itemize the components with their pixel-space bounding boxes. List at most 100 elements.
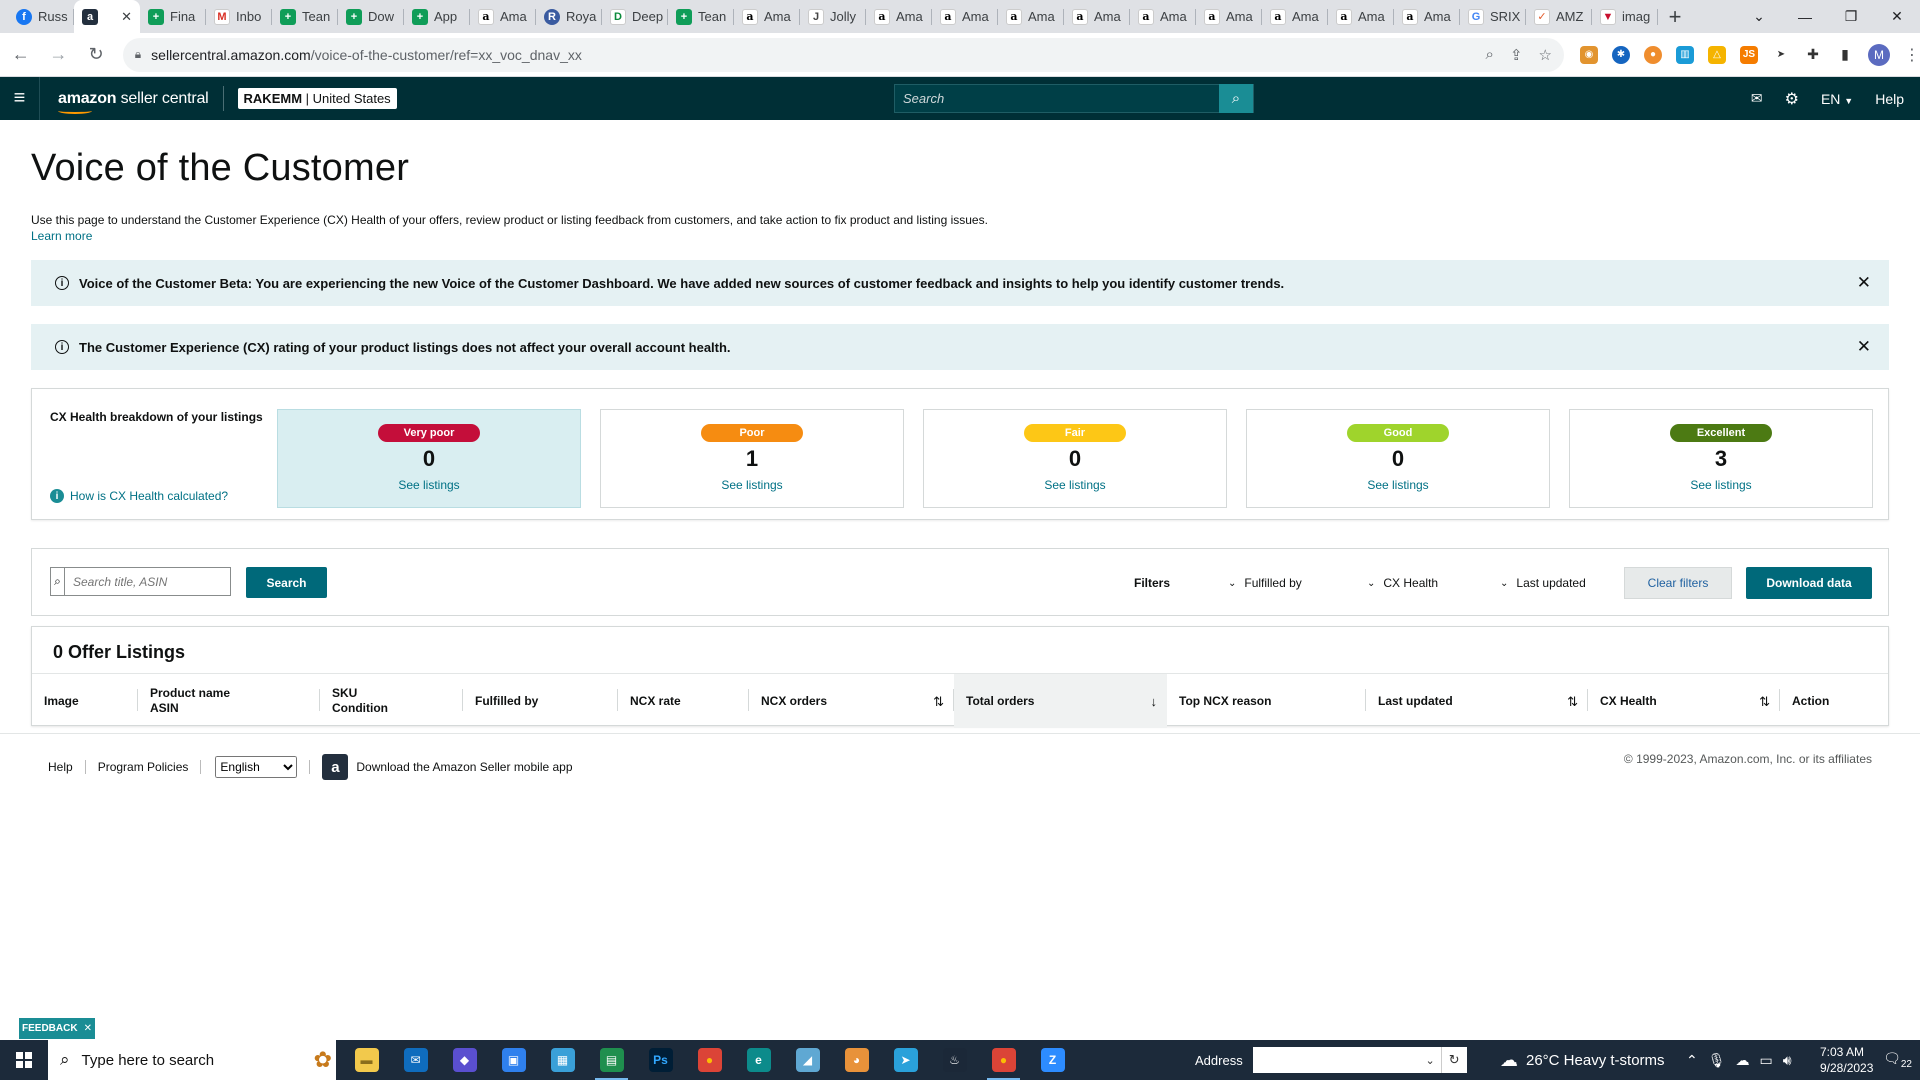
zoom-icon[interactable]: ⌕	[1486, 46, 1494, 64]
close-icon[interactable]: ✕	[1857, 273, 1871, 293]
browser-tab[interactable]: J Jolly	[800, 0, 866, 33]
seller-central-logo[interactable]: amazon seller central	[58, 90, 209, 114]
help-link[interactable]: Help	[1875, 91, 1904, 107]
taskbar-app[interactable]: ▤	[587, 1040, 636, 1080]
taskbar-app[interactable]: ◢	[783, 1040, 832, 1080]
learn-more-link[interactable]: Learn more	[31, 228, 1889, 244]
settings-gear-icon[interactable]: ⚙	[1785, 89, 1799, 109]
browser-tab[interactable]: + App	[404, 0, 470, 33]
listing-search-input[interactable]	[65, 568, 230, 595]
cx-health-card[interactable]: Excellent 3 See listings	[1569, 409, 1873, 508]
column-header[interactable]: Last updated ⇅	[1366, 674, 1588, 728]
browser-tab[interactable]: a Ama	[734, 0, 800, 33]
cx-health-card[interactable]: Fair 0 See listings	[923, 409, 1227, 508]
cx-health-dropdown[interactable]: ⌄ CX Health	[1367, 576, 1438, 590]
cx-health-card[interactable]: Poor 1 See listings	[600, 409, 904, 508]
taskbar-app[interactable]: ▣	[489, 1040, 538, 1080]
clock[interactable]: 7:03 AM 9/28/2023	[1820, 1044, 1873, 1076]
browser-tab[interactable]: f Russ	[8, 0, 74, 33]
taskbar-app[interactable]: ♨	[930, 1040, 979, 1080]
extension-blue-icon[interactable]: ✱	[1611, 45, 1630, 64]
browser-tab[interactable]: ▼ imag	[1592, 0, 1658, 33]
taskbar-app[interactable]: ◕	[832, 1040, 881, 1080]
taskbar-app[interactable]: ▦	[538, 1040, 587, 1080]
share-icon[interactable]: ⇪	[1510, 46, 1523, 64]
sort-icon[interactable]: ⇅	[1567, 694, 1578, 709]
browser-tab[interactable]: a Ama	[1262, 0, 1328, 33]
extension-arrow-icon[interactable]: ➤	[1771, 45, 1790, 64]
messages-mail-icon[interactable]: ✉	[1751, 90, 1763, 107]
browser-tab[interactable]: D Deep	[602, 0, 668, 33]
refresh-icon[interactable]: ↻	[1440, 1047, 1467, 1073]
extension-js-icon[interactable]: JS	[1739, 45, 1758, 64]
download-data-button[interactable]: Download data	[1746, 567, 1872, 599]
account-marketplace-switcher[interactable]: RAKEMM | United States	[237, 88, 397, 109]
mobile-app-download[interactable]: a Download the Amazon Seller mobile app	[322, 754, 573, 780]
see-listings-link[interactable]: See listings	[924, 478, 1226, 492]
network-icon[interactable]: ▭	[1760, 1052, 1773, 1069]
search-button[interactable]: Search	[246, 567, 327, 598]
browser-tab[interactable]: G SRIX	[1460, 0, 1526, 33]
taskbar-app[interactable]: Ps	[636, 1040, 685, 1080]
forward-button[interactable]: →	[42, 38, 76, 72]
footer-language-select[interactable]: English	[215, 756, 298, 778]
chevron-up-icon[interactable]: ⌃	[1686, 1052, 1698, 1069]
reload-button[interactable]: ↻	[79, 38, 113, 72]
new-tab-button[interactable]: +	[1658, 0, 1692, 33]
weather-widget[interactable]: ☁ 26°C Heavy t-storms	[1500, 1040, 1665, 1080]
how-cx-health-link[interactable]: How is CX Health calculated?	[70, 489, 228, 503]
taskbar-app[interactable]: ✉	[391, 1040, 440, 1080]
column-header[interactable]: Total orders ↓	[954, 674, 1167, 728]
taskbar-app[interactable]: ●	[685, 1040, 734, 1080]
browser-tab[interactable]: + Tean	[272, 0, 338, 33]
close-icon[interactable]: ✕	[84, 1023, 92, 1034]
extension-yellow-icon[interactable]: △	[1707, 45, 1726, 64]
start-button[interactable]	[0, 1040, 48, 1080]
volume-icon[interactable]: 🔊︎	[1783, 1052, 1792, 1069]
browser-tab[interactable]: R Roya	[536, 0, 602, 33]
see-listings-link[interactable]: See listings	[601, 478, 903, 492]
browser-tab[interactable]: a Ama	[1394, 0, 1460, 33]
notification-center-icon[interactable]: 🗨︎22	[1883, 1050, 1912, 1070]
profile-avatar[interactable]: M	[1867, 43, 1890, 66]
last-updated-dropdown[interactable]: ⌄ Last updated	[1500, 576, 1586, 590]
see-listings-link[interactable]: See listings	[278, 478, 580, 492]
browser-tab[interactable]: a Ama	[470, 0, 536, 33]
minimize-button[interactable]: —	[1782, 0, 1828, 33]
bookmark-star-icon[interactable]: ☆	[1539, 46, 1552, 64]
extension-honey-icon[interactable]: ◉	[1579, 45, 1598, 64]
browser-tab[interactable]: M Inbo	[206, 0, 272, 33]
feedback-button[interactable]: FEEDBACK ✕	[19, 1018, 95, 1039]
browser-tab[interactable]: a Ama	[866, 0, 932, 33]
onedrive-cloud-icon[interactable]: ☁	[1736, 1052, 1750, 1069]
program-policies-link[interactable]: Program Policies	[98, 760, 189, 774]
fulfilled-by-dropdown[interactable]: ⌄ Fulfilled by	[1228, 576, 1302, 590]
language-selector[interactable]: EN ▼	[1821, 91, 1853, 107]
sort-icon[interactable]: ⇅	[1759, 694, 1770, 709]
browser-tab[interactable]: a Ama	[1328, 0, 1394, 33]
taskbar-app[interactable]: ◆	[440, 1040, 489, 1080]
sort-icon[interactable]: ⇅	[933, 694, 944, 709]
see-listings-link[interactable]: See listings	[1247, 478, 1549, 492]
column-header[interactable]: CX Health ⇅	[1588, 674, 1780, 728]
cx-health-card[interactable]: Good 0 See listings	[1246, 409, 1550, 508]
maximize-button[interactable]: ❐	[1828, 0, 1874, 33]
address-input[interactable]: ⌄	[1252, 1047, 1441, 1073]
header-search-input[interactable]	[895, 85, 1219, 112]
browser-tab[interactable]: + Dow	[338, 0, 404, 33]
browser-menu-icon[interactable]: ⋮	[1904, 45, 1920, 65]
cx-health-card[interactable]: Very poor 0 See listings	[277, 409, 581, 508]
extension-chart-icon[interactable]: ▥	[1675, 45, 1694, 64]
close-icon[interactable]: ✕	[1857, 337, 1871, 357]
side-panel-icon[interactable]: ▮	[1835, 45, 1854, 64]
taskbar-app[interactable]: Z	[1028, 1040, 1077, 1080]
browser-tab[interactable]: a Ama	[932, 0, 998, 33]
header-search-button[interactable]: ⌕	[1219, 84, 1253, 113]
browser-tab[interactable]: a Ama	[998, 0, 1064, 33]
back-button[interactable]: ←	[4, 38, 38, 72]
taskbar-app[interactable]: ●	[979, 1040, 1028, 1080]
taskbar-app[interactable]: e	[734, 1040, 783, 1080]
taskbar-app[interactable]: ▬	[342, 1040, 391, 1080]
browser-tab[interactable]: a Ama	[1130, 0, 1196, 33]
browser-tab[interactable]: + Fina	[140, 0, 206, 33]
